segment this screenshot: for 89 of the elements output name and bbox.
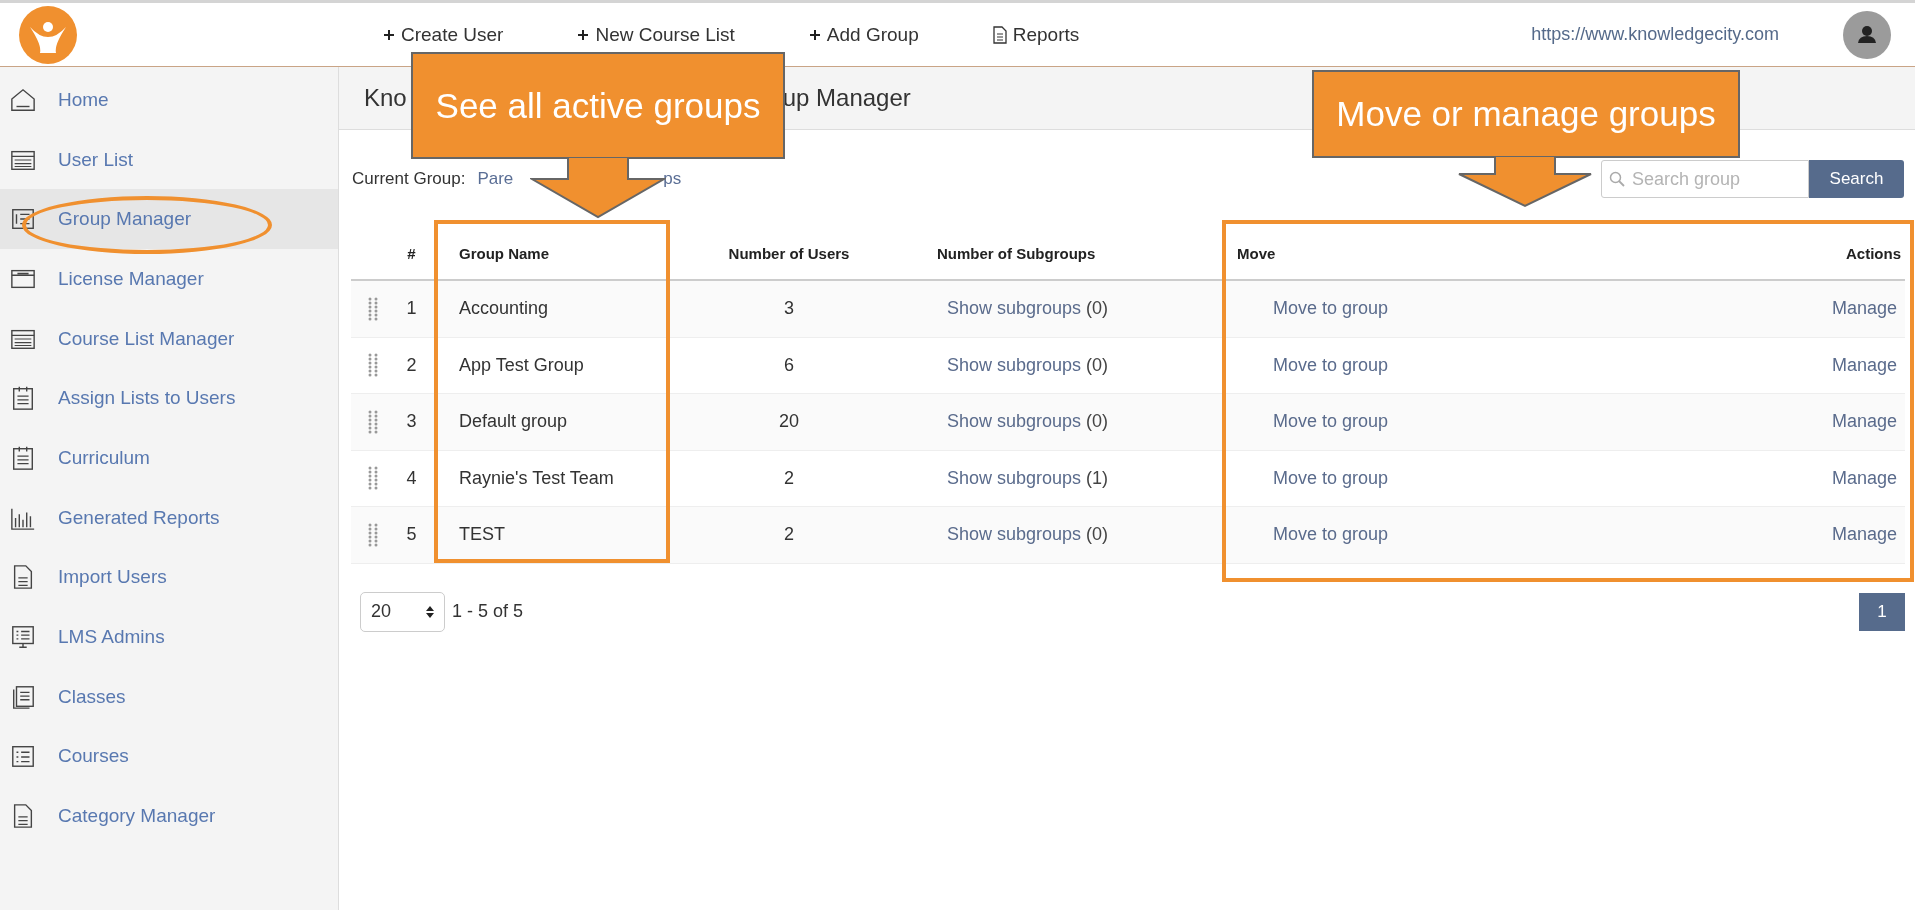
- subgroup-count: (0): [1086, 524, 1109, 545]
- callout-box: See all active groups: [411, 52, 785, 159]
- page-range: 1 - 5 of 5: [452, 601, 524, 622]
- move-to-group-link[interactable]: Move to group: [1273, 524, 1389, 545]
- user-count-cell-text: 3: [783, 298, 795, 320]
- up-down-caret-icon: [426, 605, 434, 618]
- sidebar-item[interactable]: Import Users: [0, 547, 338, 608]
- sidebar-item[interactable]: Course List Manager: [0, 308, 338, 369]
- manage-link[interactable]: Manage: [1831, 298, 1897, 319]
- plus-icon: [577, 28, 590, 41]
- user-count-cell-text: 2: [783, 467, 795, 489]
- logo-icon: [18, 4, 78, 65]
- move-to-group-link[interactable]: Move to group: [1273, 354, 1389, 375]
- subgroup-count: (0): [1086, 411, 1109, 432]
- search-field[interactable]: Search group: [1601, 160, 1809, 198]
- manage-link[interactable]: Manage: [1831, 354, 1897, 375]
- move-to-group-link[interactable]: Move to group: [1273, 467, 1389, 488]
- drag-handle-icon[interactable]: [367, 466, 378, 491]
- move-to-group-link[interactable]: Move to group: [1273, 298, 1389, 319]
- row-number: 1: [405, 298, 418, 320]
- page-size-select[interactable]: 20: [360, 591, 445, 632]
- user-count-cell-text: 6: [783, 354, 795, 376]
- subgroup-count: (0): [1086, 298, 1109, 319]
- show-subgroups-link[interactable]: Show subgroups: [947, 354, 1082, 375]
- move-to-group-link[interactable]: Move to group: [1273, 411, 1389, 432]
- document-icon: [992, 25, 1007, 44]
- group-name-cell-text: Accounting: [458, 298, 550, 320]
- column-header: Move: [1236, 244, 1277, 262]
- subgroup-count: (0): [1086, 354, 1109, 375]
- show-subgroups-link[interactable]: Show subgroups: [947, 298, 1082, 319]
- show-subgroups-link[interactable]: Show subgroups: [947, 524, 1082, 545]
- group-name-cell-text: Raynie's Test Team: [458, 467, 615, 489]
- sidebar-item[interactable]: Classes: [0, 666, 338, 727]
- manage-link[interactable]: Manage: [1831, 467, 1897, 488]
- drag-handle-icon[interactable]: [367, 409, 378, 434]
- sidebar-item[interactable]: Courses: [0, 726, 338, 787]
- sidebar-item[interactable]: Home: [0, 70, 338, 130]
- sidebar-item[interactable]: Assign Lists to Users: [0, 368, 338, 429]
- current-group-link[interactable]: ps: [663, 169, 682, 189]
- current-group-label: Current Group:: [352, 169, 466, 189]
- callout-box: Move or manage groups: [1312, 70, 1740, 158]
- sidebar-item[interactable]: Curriculum: [0, 428, 338, 488]
- page-title: Kno: [364, 84, 407, 112]
- toolbar-link[interactable]: Add Group: [808, 23, 919, 46]
- document-icon: [10, 683, 36, 710]
- plus-icon: [808, 28, 821, 41]
- user-count-cell-text: 20: [778, 411, 800, 433]
- calendar-icon: [10, 444, 36, 471]
- row-number: 4: [405, 467, 418, 489]
- column-header: Number of Users: [727, 244, 851, 262]
- toolbar-link[interactable]: Reports: [992, 23, 1080, 46]
- sidebar-item[interactable]: Generated Reports: [0, 487, 338, 548]
- row-number: 5: [405, 524, 418, 546]
- toolbar-link[interactable]: New Course List: [577, 23, 735, 46]
- sidebar-item[interactable]: License Manager: [0, 249, 338, 309]
- monitor-icon: [10, 624, 36, 651]
- sidebar-item[interactable]: User List: [0, 129, 338, 190]
- user-count-cell-text: 2: [783, 524, 795, 546]
- column-header: Actions: [1845, 244, 1902, 262]
- current-group-link[interactable]: Pare: [477, 169, 514, 189]
- house-icon: [10, 86, 36, 113]
- toolbar-link[interactable]: Create User: [383, 23, 504, 46]
- plus-icon: [383, 28, 395, 41]
- row-number: 2: [405, 354, 418, 376]
- show-subgroups-link[interactable]: Show subgroups: [947, 467, 1082, 488]
- group-name-cell-text: App Test Group: [458, 354, 585, 376]
- column-header: Group Name: [458, 244, 550, 262]
- group-name-cell-text: Default group: [458, 411, 569, 433]
- document-icon: [10, 743, 36, 770]
- row-number: 3: [405, 411, 418, 433]
- drag-handle-icon[interactable]: [367, 353, 378, 378]
- column-header: #: [406, 244, 417, 262]
- manage-link[interactable]: Manage: [1831, 524, 1897, 545]
- avatar-icon[interactable]: [1843, 10, 1891, 59]
- drag-handle-icon[interactable]: [367, 522, 378, 547]
- show-subgroups-link[interactable]: Show subgroups: [947, 411, 1082, 432]
- manage-link[interactable]: Manage: [1831, 411, 1897, 432]
- sidebar-item[interactable]: Category Manager: [0, 786, 338, 846]
- sidebar-item[interactable]: LMS Admins: [0, 607, 338, 667]
- search-icon: [1609, 171, 1625, 187]
- column-header: Number of Subgroups: [936, 244, 1097, 262]
- clipboard-icon: [10, 385, 36, 412]
- site-url: https://www.knowledgecity.com: [1531, 24, 1779, 45]
- sidebar-item[interactable]: Group Manager: [0, 189, 338, 250]
- search-button[interactable]: Search: [1809, 160, 1904, 198]
- drag-handle-icon[interactable]: [367, 296, 378, 321]
- group-name-cell-text: TEST: [458, 524, 506, 546]
- page-button[interactable]: 1: [1859, 592, 1905, 631]
- subgroup-count: (1): [1086, 467, 1109, 488]
